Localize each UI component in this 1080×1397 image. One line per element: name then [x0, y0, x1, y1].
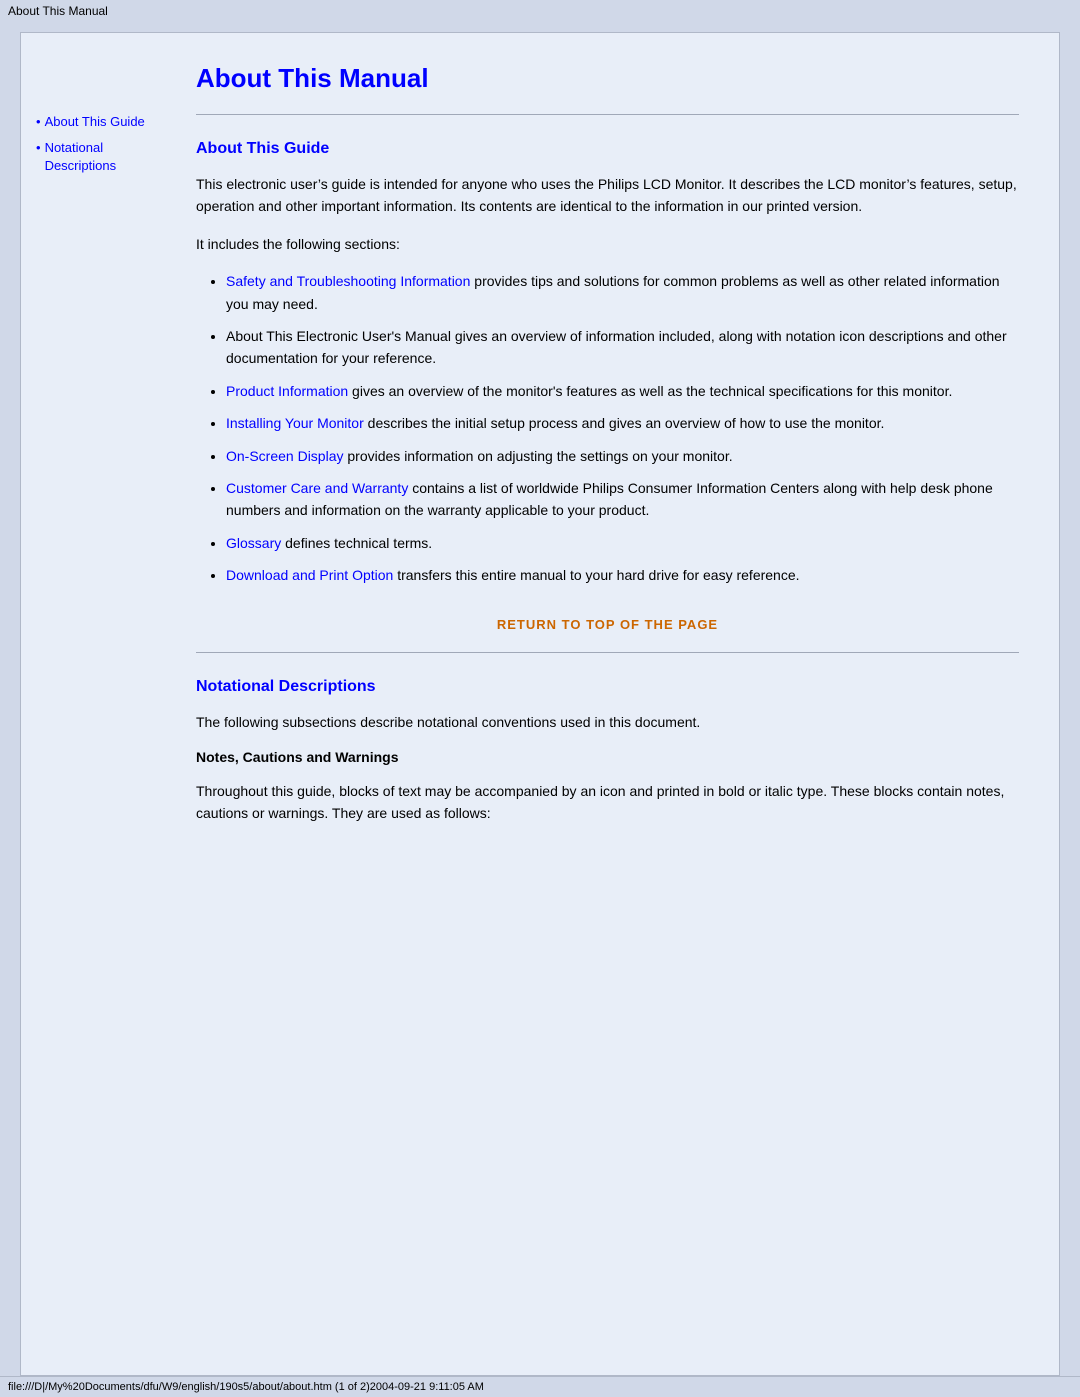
sidebar-link-about-guide[interactable]: About This Guide — [45, 113, 145, 131]
list-item-5: On-Screen Display provides information o… — [226, 445, 1019, 467]
about-guide-title: About This Guide — [196, 140, 1019, 158]
list-item-6: Customer Care and Warranty contains a li… — [226, 477, 1019, 522]
sidebar-link-notational[interactable]: Notational Descriptions — [45, 139, 156, 175]
bullet-list: Safety and Troubleshooting Information p… — [196, 270, 1019, 586]
about-guide-intro1: This electronic user’s guide is intended… — [196, 173, 1019, 218]
list-item-3: Product Information gives an overview of… — [226, 380, 1019, 402]
bullet-dot-2: • — [36, 139, 41, 157]
link-safety[interactable]: Safety and Troubleshooting Information — [226, 273, 470, 289]
section-divider — [196, 652, 1019, 653]
notes-body-text: Throughout this guide, blocks of text ma… — [196, 780, 1019, 825]
page-title: About This Manual — [196, 63, 1019, 94]
title-divider — [196, 114, 1019, 115]
main-container: • About This Guide • Notational Descript… — [0, 22, 1080, 1376]
section-about-guide: About This Guide This electronic user’s … — [196, 140, 1019, 632]
sidebar: • About This Guide • Notational Descript… — [21, 33, 166, 1375]
about-guide-intro2: It includes the following sections: — [196, 233, 1019, 255]
notational-title: Notational Descriptions — [196, 678, 1019, 696]
link-osd[interactable]: On-Screen Display — [226, 448, 344, 464]
list-item-2: About This Electronic User's Manual give… — [226, 325, 1019, 370]
sidebar-item-about: • About This Guide — [36, 113, 156, 131]
bullet-dot-1: • — [36, 113, 41, 131]
return-to-top: RETURN TO TOP OF THE PAGE — [196, 616, 1019, 632]
link-installing-monitor[interactable]: Installing Your Monitor — [226, 415, 364, 431]
link-customer-care[interactable]: Customer Care and Warranty — [226, 480, 408, 496]
link-download[interactable]: Download and Print Option — [226, 567, 393, 583]
link-product-info[interactable]: Product Information — [226, 383, 348, 399]
return-to-top-link[interactable]: RETURN TO TOP OF THE PAGE — [497, 617, 718, 632]
section-notational: Notational Descriptions The following su… — [196, 678, 1019, 824]
list-item-1: Safety and Troubleshooting Information p… — [226, 270, 1019, 315]
list-item-8: Download and Print Option transfers this… — [226, 564, 1019, 586]
notes-subtitle: Notes, Cautions and Warnings — [196, 749, 1019, 765]
link-glossary[interactable]: Glossary — [226, 535, 281, 551]
list-item-4: Installing Your Monitor describes the in… — [226, 412, 1019, 434]
list-item-7: Glossary defines technical terms. — [226, 532, 1019, 554]
notational-intro: The following subsections describe notat… — [196, 711, 1019, 733]
title-bar: About This Manual — [0, 0, 1080, 22]
status-bar: file:///D|/My%20Documents/dfu/W9/english… — [0, 1376, 1080, 1397]
content-area: • About This Guide • Notational Descript… — [20, 32, 1060, 1376]
main-content-area: About This Manual About This Guide This … — [166, 33, 1059, 1375]
sidebar-item-notational: • Notational Descriptions — [36, 139, 156, 175]
status-bar-text: file:///D|/My%20Documents/dfu/W9/english… — [8, 1381, 484, 1393]
title-bar-text: About This Manual — [8, 4, 108, 18]
